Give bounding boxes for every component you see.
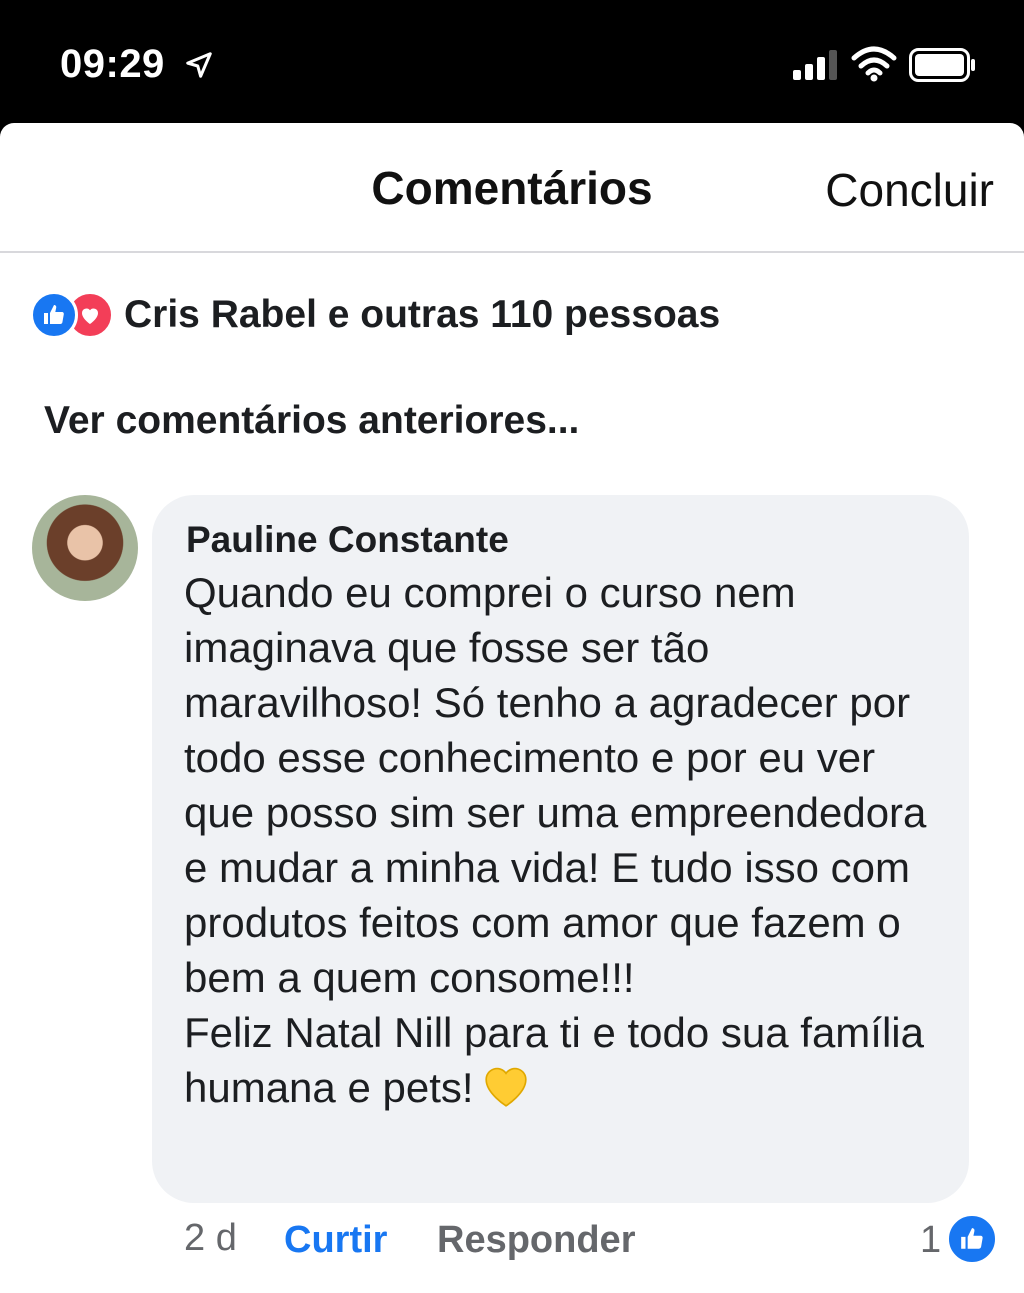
thumbs-up-icon[interactable] xyxy=(946,1213,998,1265)
comment-bubble: Pauline Constante Quando eu comprei o cu… xyxy=(152,495,969,1203)
comment-timestamp: 2 d xyxy=(184,1217,237,1259)
status-bar: 09:29 xyxy=(0,0,1024,124)
comment-body: Quando eu comprei o curso nem imaginava … xyxy=(184,569,927,1111)
location-arrow-icon xyxy=(186,52,212,78)
comments-sheet: Comentários Concluir Cris Rabel e outras… xyxy=(0,123,1024,1293)
like-reaction-icon xyxy=(30,291,78,339)
cellular-signal-icon xyxy=(793,50,837,80)
comment-author[interactable]: Pauline Constante xyxy=(186,519,509,561)
reply-button[interactable]: Responder xyxy=(437,1219,635,1262)
yellow-heart-icon xyxy=(484,1067,527,1107)
battery-icon xyxy=(909,48,975,82)
avatar[interactable] xyxy=(32,495,138,601)
view-previous-comments-link[interactable]: Ver comentários anteriores... xyxy=(44,399,579,443)
reactions-summary[interactable]: Cris Rabel e outras 110 pessoas xyxy=(30,289,720,341)
comment-actions: 2 d Curtir Responder 1 xyxy=(0,1213,1024,1269)
sheet-header: Comentários Concluir xyxy=(0,123,1024,253)
like-button[interactable]: Curtir xyxy=(284,1219,387,1262)
comment-text-container: Quando eu comprei o curso nem imaginava … xyxy=(184,565,954,1115)
status-time: 09:29 xyxy=(60,42,165,86)
wifi-icon xyxy=(851,46,897,82)
done-button[interactable]: Concluir xyxy=(825,163,994,217)
reactions-summary-label: Cris Rabel e outras 110 pessoas xyxy=(124,293,721,336)
comment-like-count[interactable]: 1 xyxy=(920,1219,941,1262)
